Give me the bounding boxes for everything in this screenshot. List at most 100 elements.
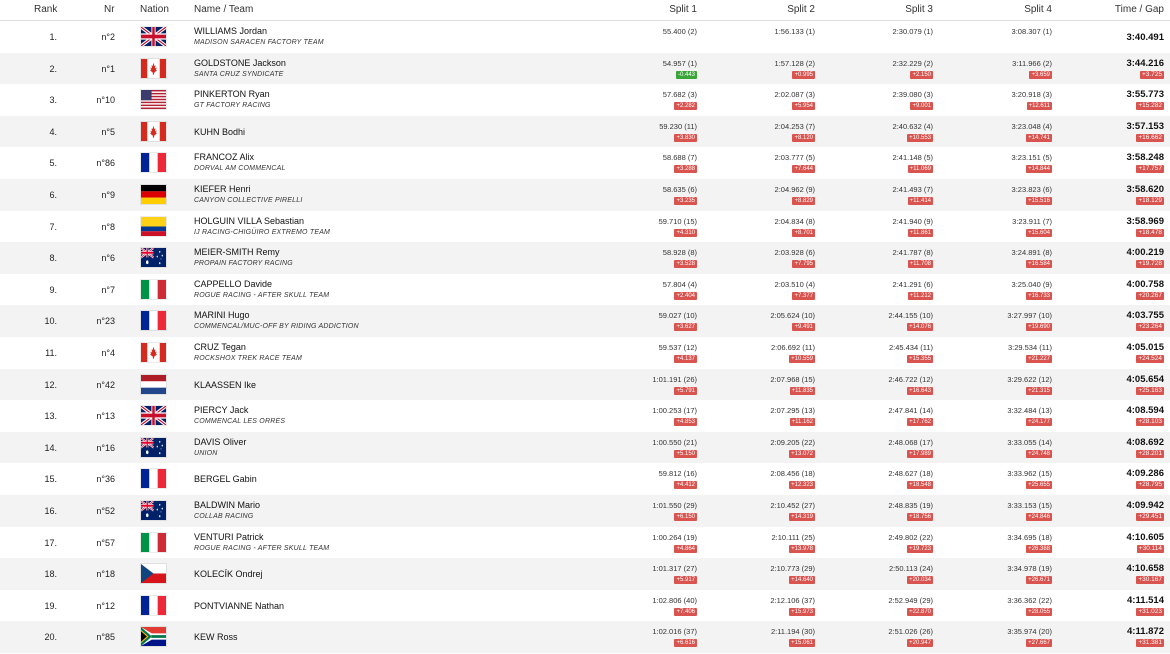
rank-cell: 19. (44, 600, 57, 611)
split-time: 2:10.111 (25) (771, 532, 815, 542)
team-name: GT FACTORY RACING (194, 102, 271, 110)
split-gap-badge: +11.414 (907, 196, 933, 205)
split-gap-badge: +4.864 (674, 544, 697, 553)
table-row[interactable]: 16. n°52 BALDWIN Mario COLLAB RACING 1:01.55… (0, 494, 1170, 527)
split-time: 2:11.194 (30) (770, 627, 815, 637)
split-time: 3:36.362 (22) (1007, 595, 1052, 605)
table-row[interactable]: 1. n°2 WILLIAMS Jordan MADISON SARACEN FACT… (0, 21, 1170, 53)
rider-name[interactable]: BERGEL Gabin (194, 474, 257, 484)
table-row[interactable]: 20. n°85 KEW Ross 1:02.016 (37) +6.616 2:11.1… (0, 621, 1170, 653)
split-time: 2:03.510 (4) (774, 279, 815, 289)
split-time: 3:29.534 (11) (1007, 342, 1052, 352)
flag-fr-icon (141, 311, 166, 331)
split-time: 2:41.493 (7) (892, 184, 933, 194)
header-time-gap[interactable]: Time / Gap (1115, 4, 1164, 15)
total-gap-badge: +24.524 (1136, 354, 1164, 363)
table-row[interactable]: 17. n°57 VENTURI Patrick ROGUE RACING - AFT… (0, 526, 1170, 559)
rank-cell: 6. (49, 189, 57, 200)
table-row[interactable]: 2. n°1 GOLDSTONE Jackson SANTA CRUZ SYNDICA… (0, 52, 1170, 85)
table-row[interactable]: 3. n°10 PINKERTON Ryan GT FACTORY RACING 57.… (0, 84, 1170, 116)
split-time: 57.682 (3) (662, 90, 697, 100)
header-name-team[interactable]: Name / Team (194, 4, 253, 15)
rider-name[interactable]: KIEFER Henri (194, 184, 251, 194)
header-split3[interactable]: Split 3 (905, 4, 933, 15)
bib-number: n°23 (96, 316, 115, 327)
rank-cell: 8. (49, 253, 57, 264)
rank-cell: 4. (49, 126, 57, 137)
rider-name[interactable]: CRUZ Tegan (194, 342, 246, 352)
split-time: 3:29.622 (12) (1007, 374, 1052, 384)
split-time: 2:02.087 (3) (774, 90, 815, 100)
split-time: 59.812 (16) (658, 469, 697, 479)
rider-name[interactable]: KOLECÍK Ondrej (194, 569, 263, 579)
rider-name[interactable]: DAVIS Oliver (194, 437, 246, 447)
table-row[interactable]: 8. n°6 MEIER-SMITH Remy PROPAIN FACTORY RAC… (0, 242, 1170, 274)
split-gap-badge: +6.616 (674, 639, 697, 648)
split-time: 2:41.291 (6) (892, 279, 933, 289)
split-time: 2:44.155 (10) (888, 311, 933, 321)
header-nation[interactable]: Nation (140, 4, 169, 15)
flag-za-icon (141, 627, 166, 647)
table-row[interactable]: 18. n°18 KOLECÍK Ondrej 1:01.317 (27) +5.917… (0, 558, 1170, 590)
rider-name[interactable]: PIERCY Jack (194, 405, 248, 415)
split-gap-badge: +3.830 (674, 133, 697, 142)
split-time: 3:23.911 (7) (1012, 216, 1052, 226)
flag-co-icon (141, 216, 166, 236)
header-rank[interactable]: Rank (34, 4, 57, 15)
table-row[interactable]: 13. n°13 PIERCY Jack COMMENCAL LES ORRES 1:0… (0, 400, 1170, 432)
rider-name[interactable]: KLAASSEN Ike (194, 380, 256, 390)
table-row[interactable]: 15. n°36 BERGEL Gabin 59.812 (16) +4.412 2:08… (0, 463, 1170, 495)
total-time: 4:10.605 (1126, 531, 1164, 543)
rider-name[interactable]: KUHN Bodhi (194, 127, 245, 137)
table-row[interactable]: 10. n°23 MARINI Hugo COMMENCAL/MUC-OFF BY R… (0, 305, 1170, 337)
rider-name[interactable]: BALDWIN Mario (194, 500, 260, 510)
rider-name[interactable]: KEW Ross (194, 632, 238, 642)
rider-name[interactable]: MARINI Hugo (194, 310, 250, 320)
rider-name[interactable]: MEIER-SMITH Remy (194, 247, 280, 257)
rider-name[interactable]: WILLIAMS Jordan (194, 26, 267, 36)
split-gap-badge: +11.162 (789, 418, 815, 427)
rank-cell: 15. (44, 474, 57, 485)
table-row[interactable]: 11. n°4 CRUZ Tegan ROCKSHOX TREK RACE TEAM 5… (0, 336, 1170, 369)
flag-au-icon (141, 437, 166, 457)
split-time: 1:02.806 (40) (652, 595, 697, 605)
split-time: 3:33.055 (14) (1007, 437, 1052, 447)
header-split1[interactable]: Split 1 (669, 4, 697, 15)
table-row[interactable]: 5. n°86 FRANCOZ Alix DORVAL AM COMMENCAL 58.… (0, 147, 1170, 179)
rider-name[interactable]: VENTURI Patrick (194, 532, 264, 542)
total-time: 4:11.872 (1127, 626, 1164, 638)
table-row[interactable]: 7. n°8 HOLGUIN VILLA Sebastian IJ RACING-CH… (0, 210, 1170, 243)
rider-name[interactable]: CAPPELLO Davide (194, 279, 272, 289)
rider-name[interactable]: PINKERTON Ryan (194, 89, 270, 99)
table-row[interactable]: 6. n°9 KIEFER Henri CANYON COLLECTIVE PIREL… (0, 178, 1170, 211)
bib-number: n°16 (96, 442, 115, 453)
total-time: 4:08.692 (1126, 436, 1164, 448)
table-row[interactable]: 12. n°42 KLAASSEN Ike 1:01.191 (26) +5.791 2:… (0, 368, 1170, 401)
table-row[interactable]: 4. n°5 KUHN Bodhi 59.230 (11) +3.830 2:04.253… (0, 115, 1170, 148)
rider-name[interactable]: PONTVIANNE Nathan (194, 601, 284, 611)
bib-number: n°8 (101, 221, 115, 232)
split-gap-badge: +15.061 (789, 639, 815, 648)
total-time: 3:40.491 (1126, 32, 1164, 43)
table-row[interactable]: 14. n°16 DAVIS Oliver UNION 1:00.550 (21) +5.… (0, 431, 1170, 464)
rider-name[interactable]: GOLDSTONE Jackson (194, 58, 286, 68)
split-gap-badge: +15.355 (907, 354, 933, 363)
total-gap-badge: +30.114 (1136, 544, 1164, 553)
bib-number: n°86 (96, 158, 115, 169)
rider-name[interactable]: FRANCOZ Alix (194, 152, 254, 162)
table-row[interactable]: 9. n°7 CAPPELLO Davide ROGUE RACING - AFTER… (0, 273, 1170, 306)
flag-nl-icon (141, 374, 166, 394)
split-time: 2:10.452 (27) (770, 500, 815, 510)
flag-au-icon (141, 248, 166, 268)
header-nr[interactable]: Nr (104, 4, 115, 15)
header-split2[interactable]: Split 2 (787, 4, 815, 15)
team-name: SANTA CRUZ SYNDICATE (194, 70, 284, 78)
table-row[interactable]: 19. n°12 PONTVIANNE Nathan 1:02.806 (40) +7.… (0, 589, 1170, 622)
split-time: 2:30.079 (1) (892, 27, 933, 36)
flag-us-icon (141, 90, 166, 110)
split-time: 2:49.802 (22) (888, 532, 933, 542)
header-split4[interactable]: Split 4 (1024, 4, 1052, 15)
rider-name[interactable]: HOLGUIN VILLA Sebastian (194, 216, 304, 226)
split-time: 2:41.787 (8) (892, 248, 933, 258)
split-gap-badge: +24.748 (1026, 449, 1052, 458)
